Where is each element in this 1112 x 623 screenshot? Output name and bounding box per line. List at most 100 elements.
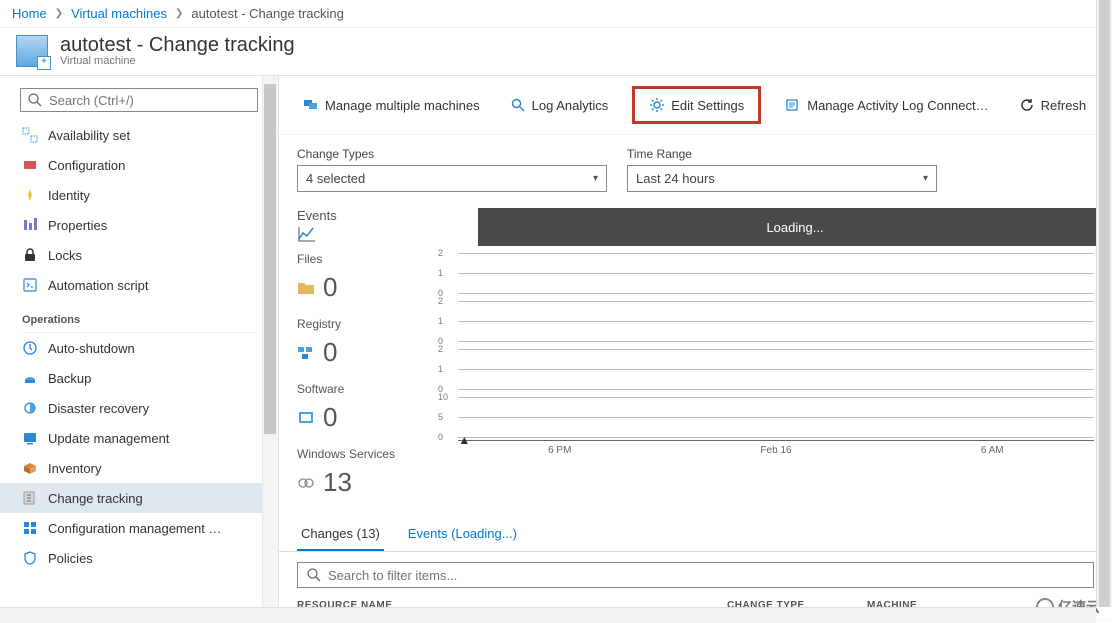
mini-chart-software: 2 1 0 <box>408 346 1094 392</box>
sidebar-item-label: Disaster recovery <box>48 401 149 416</box>
sidebar-item-label: Inventory <box>48 461 101 476</box>
sidebar: « Availability set Configuration Identit… <box>0 76 279 623</box>
ytick: 10 <box>438 392 448 402</box>
ytick: 2 <box>438 248 443 258</box>
table-search-input[interactable] <box>328 568 1085 583</box>
registry-icon <box>297 345 315 361</box>
sidebar-item-change-tracking[interactable]: Change tracking <box>0 483 278 513</box>
sidebar-item-label: Locks <box>48 248 82 263</box>
ytick: 1 <box>438 364 443 374</box>
properties-icon <box>22 217 38 233</box>
page-header: autotest - Change tracking Virtual machi… <box>0 28 1112 76</box>
update-management-icon <box>22 430 38 446</box>
time-range-dropdown[interactable]: Last 24 hours ▾ <box>627 165 937 192</box>
xtick: 6 PM <box>548 445 571 456</box>
log-analytics-button[interactable]: Log Analytics <box>504 93 615 117</box>
sidebar-item-label: Configuration management … <box>48 521 221 536</box>
policies-icon <box>22 550 38 566</box>
edit-settings-button[interactable]: Edit Settings <box>632 86 761 124</box>
sidebar-scrollbar-thumb[interactable] <box>264 84 276 434</box>
sidebar-scrollbar[interactable] <box>262 76 278 623</box>
chevron-right-icon: ❯ <box>175 8 183 19</box>
x-axis: ▲ 6 PM Feb 16 6 AM <box>458 440 1094 464</box>
toolbar-label: Log Analytics <box>532 98 609 113</box>
disaster-recovery-icon <box>22 400 38 416</box>
toolbar-label: Edit Settings <box>671 98 744 113</box>
automation-script-icon <box>22 277 38 293</box>
sidebar-item-label: Availability set <box>48 128 130 143</box>
sidebar-list: Availability set Configuration Identity … <box>0 120 278 623</box>
sidebar-item-configuration[interactable]: Configuration <box>0 150 278 180</box>
events-title: Events <box>297 208 402 223</box>
ytick: 1 <box>438 316 443 326</box>
sidebar-item-disaster-recovery[interactable]: Disaster recovery <box>0 393 278 423</box>
window-horizontal-scrollbar[interactable] <box>0 607 1096 623</box>
sidebar-item-label: Configuration <box>48 158 125 173</box>
loading-indicator: Loading... <box>478 208 1112 246</box>
page-title: autotest - Change tracking <box>60 34 295 57</box>
chevron-down-icon: ▾ <box>923 173 928 184</box>
ytick: 1 <box>438 268 443 278</box>
xtick: 6 AM <box>981 445 1004 456</box>
breadcrumb-home[interactable]: Home <box>12 6 47 21</box>
activity-log-icon <box>785 97 801 113</box>
event-count: 0 <box>323 337 337 368</box>
vm-icon <box>16 35 48 67</box>
sidebar-item-update-management[interactable]: Update management <box>0 423 278 453</box>
inventory-icon <box>22 460 38 476</box>
search-icon <box>510 97 526 113</box>
change-types-dropdown[interactable]: 4 selected ▾ <box>297 165 607 192</box>
sidebar-item-config-management[interactable]: Configuration management … <box>0 513 278 543</box>
breadcrumb: Home ❯ Virtual machines ❯ autotest - Cha… <box>0 0 1112 28</box>
sidebar-item-automation-script[interactable]: Automation script <box>0 270 278 300</box>
chart-icon <box>297 225 317 243</box>
chevron-down-icon: ▾ <box>593 173 598 184</box>
sidebar-item-properties[interactable]: Properties <box>0 210 278 240</box>
sidebar-item-label: Auto-shutdown <box>48 341 135 356</box>
mini-chart-files: 2 1 0 <box>408 250 1094 296</box>
software-icon <box>297 410 315 426</box>
axis-marker-icon: ▲ <box>458 433 470 447</box>
window-vertical-scrollbar[interactable] <box>1096 0 1112 607</box>
configuration-icon <box>22 157 38 173</box>
sidebar-item-auto-shutdown[interactable]: Auto-shutdown <box>0 333 278 363</box>
sidebar-item-policies[interactable]: Policies <box>0 543 278 573</box>
tab-events[interactable]: Events (Loading...) <box>404 518 521 551</box>
sidebar-item-label: Change tracking <box>48 491 143 506</box>
event-count: 0 <box>323 272 337 303</box>
mini-chart-services: 10 5 0 <box>408 394 1094 440</box>
refresh-button[interactable]: Refresh <box>1013 93 1093 117</box>
ytick: 2 <box>438 344 443 354</box>
sidebar-search-input[interactable] <box>49 93 251 108</box>
scrollbar-thumb[interactable] <box>1099 0 1110 607</box>
sidebar-item-label: Policies <box>48 551 93 566</box>
sidebar-item-label: Update management <box>48 431 169 446</box>
event-count: 13 <box>323 467 352 498</box>
table-search[interactable] <box>297 562 1094 588</box>
locks-icon <box>22 247 38 263</box>
breadcrumb-vms[interactable]: Virtual machines <box>71 6 167 21</box>
manage-multiple-machines-button[interactable]: Manage multiple machines <box>297 93 486 117</box>
services-icon <box>297 475 315 491</box>
folder-icon <box>297 280 315 296</box>
sidebar-item-identity[interactable]: Identity <box>0 180 278 210</box>
manage-activity-log-button[interactable]: Manage Activity Log Connect… <box>779 93 994 117</box>
tab-changes[interactable]: Changes (13) <box>297 518 384 551</box>
dropdown-value: Last 24 hours <box>636 171 715 186</box>
toolbar: Manage multiple machines Log Analytics E… <box>279 76 1112 135</box>
sidebar-item-availability-set[interactable]: Availability set <box>0 120 278 150</box>
sidebar-item-label: Identity <box>48 188 90 203</box>
sidebar-item-inventory[interactable]: Inventory <box>0 453 278 483</box>
sidebar-item-backup[interactable]: Backup <box>0 363 278 393</box>
result-tabs: Changes (13) Events (Loading...) <box>279 518 1112 552</box>
sidebar-item-label: Properties <box>48 218 107 233</box>
sidebar-item-locks[interactable]: Locks <box>0 240 278 270</box>
change-tracking-icon <box>22 490 38 506</box>
toolbar-label: Manage multiple machines <box>325 98 480 113</box>
search-icon <box>306 567 322 583</box>
auto-shutdown-icon <box>22 340 38 356</box>
sidebar-search[interactable] <box>20 88 258 112</box>
event-row-label: Windows Services <box>297 447 402 461</box>
change-types-label: Change Types <box>297 147 607 161</box>
charts-column: Loading... 2 1 0 2 1 0 2 1 <box>408 208 1112 512</box>
